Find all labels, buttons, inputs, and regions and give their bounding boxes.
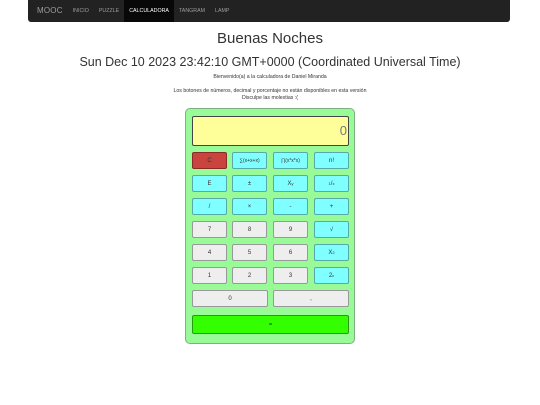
nav-link-inicio[interactable]: INICIO	[68, 0, 94, 22]
decimal-button[interactable]: ,	[273, 290, 349, 307]
sqrt-button[interactable]: √	[314, 221, 349, 238]
equals-button[interactable]: =	[192, 315, 349, 334]
digit-5-button[interactable]: 5	[232, 244, 267, 261]
nav-link-calculadora[interactable]: CALCULADORA	[124, 0, 174, 22]
plus-button[interactable]: +	[314, 198, 349, 215]
datetime-text: Sun Dec 10 2023 23:42:10 GMT+0000 (Coord…	[79, 55, 461, 69]
reciprocal-den: x	[332, 181, 335, 186]
calculator-display: 0	[192, 116, 349, 146]
factorial-button[interactable]: n!	[314, 152, 349, 169]
welcome-text: Bienvenido(a) a la calculadora de Daniel…	[213, 74, 327, 80]
digit-4-button[interactable]: 4	[192, 244, 227, 261]
nav-link-tangram[interactable]: TANGRAM	[174, 0, 210, 22]
digit-3-button[interactable]: 3	[273, 267, 308, 284]
exp-button[interactable]: E	[192, 175, 227, 192]
divide-button[interactable]: /	[192, 198, 227, 215]
power-sup: y	[291, 181, 294, 186]
minus-button[interactable]: -	[273, 198, 308, 215]
digit-9-button[interactable]: 9	[273, 221, 308, 238]
greeting-heading: Buenas Noches	[217, 30, 323, 47]
reciprocal-button[interactable]: 1/x	[314, 175, 349, 192]
brand-link[interactable]: MOOC	[32, 0, 68, 22]
clear-button[interactable]: C	[192, 152, 227, 169]
digit-6-button[interactable]: 6	[273, 244, 308, 261]
nav-link-lamp[interactable]: LAMP	[210, 0, 234, 22]
digit-2-button[interactable]: 2	[232, 267, 267, 284]
sum-button[interactable]: ∑(x+x+x)	[232, 152, 267, 169]
square-button[interactable]: X2	[314, 244, 349, 261]
two-power-button[interactable]: 2x	[314, 267, 349, 284]
two-power-sup: x	[332, 273, 335, 278]
calculator: 0 C ∑(x+x+x) ∏(x*x*x) n! E ± Xy 1/x / × …	[185, 108, 355, 344]
reciprocal-num: 1	[328, 181, 331, 186]
multiply-button[interactable]: ×	[232, 198, 267, 215]
digit-8-button[interactable]: 8	[232, 221, 267, 238]
digit-7-button[interactable]: 7	[192, 221, 227, 238]
power-button[interactable]: Xy	[273, 175, 308, 192]
digit-1-button[interactable]: 1	[192, 267, 227, 284]
apology-text: Disculpe las molestias :(	[242, 95, 298, 101]
sign-toggle-button[interactable]: ±	[232, 175, 267, 192]
product-button[interactable]: ∏(x*x*x)	[273, 152, 308, 169]
square-sup: 2	[332, 250, 335, 255]
digit-0-button[interactable]: 0	[192, 290, 268, 307]
top-navbar: MOOC INICIO PUZZLE CALCULADORA TANGRAM L…	[28, 0, 510, 22]
notice-text: Los botones de números, decimal y porcen…	[173, 88, 367, 94]
nav-link-puzzle[interactable]: PUZZLE	[94, 0, 124, 22]
